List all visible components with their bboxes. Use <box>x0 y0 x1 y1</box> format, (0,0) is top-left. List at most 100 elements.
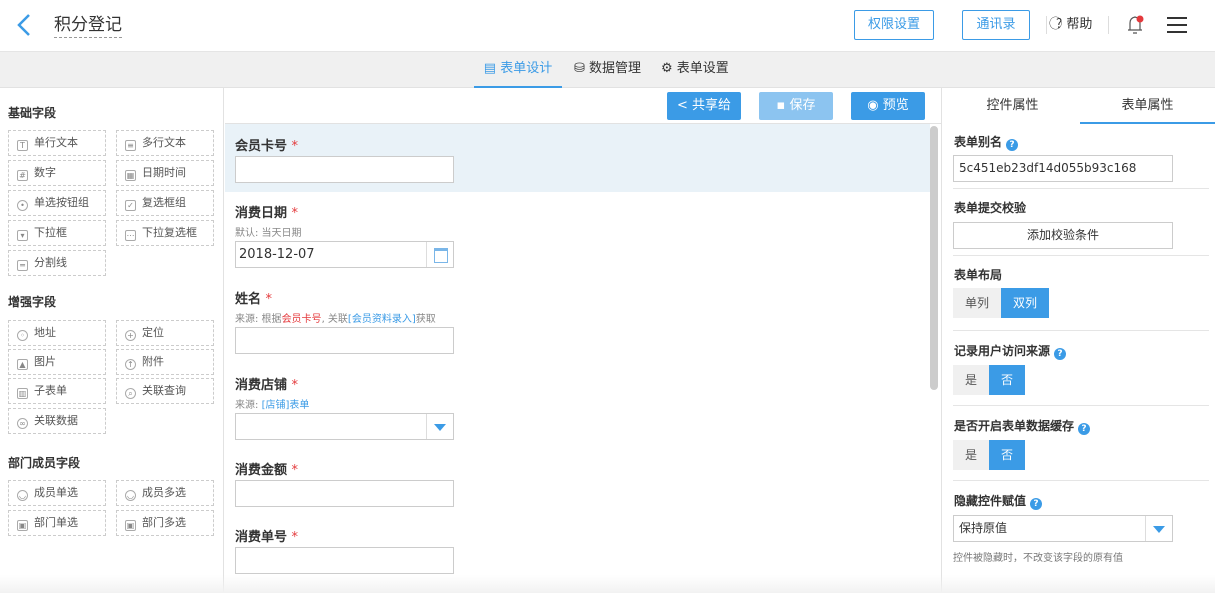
field-multi-dropdown[interactable]: ⋯ 下拉复选框 <box>116 220 214 246</box>
field-image[interactable]: ▲ 图片 <box>8 349 106 375</box>
divider <box>953 330 1209 331</box>
tab-label: 表单设计 <box>500 61 553 76</box>
required-mark: * <box>291 206 299 221</box>
field-linked-query[interactable]: ⌕ 关联查询 <box>116 378 214 404</box>
divider <box>1108 16 1109 34</box>
share-icon: < <box>676 98 688 113</box>
field-label: 下拉框 <box>34 226 67 239</box>
field-label: 分割线 <box>34 256 67 269</box>
chevron-down-icon[interactable] <box>1145 516 1172 541</box>
date-input[interactable]: 2018-12-07 <box>235 241 454 268</box>
gear-icon: ⚙ <box>661 61 673 76</box>
hidden-assign-select[interactable]: 保持原值 <box>953 515 1173 542</box>
field-member-multi[interactable]: ◡ 成员多选 <box>116 480 214 506</box>
field-store-label: 消费店铺 * <box>235 374 298 393</box>
field-dept-multi[interactable]: ▣ 部门多选 <box>116 510 214 536</box>
hint-text: 来源: <box>235 400 262 411</box>
field-dept-single[interactable]: ▣ 部门单选 <box>8 510 106 536</box>
calendar-icon[interactable] <box>426 242 453 267</box>
cache-no[interactable]: 否 <box>989 440 1026 470</box>
label-text: 隐藏控件赋值 <box>954 494 1027 508</box>
database-icon: ⛁ <box>574 61 585 76</box>
help-icon[interactable]: ? <box>1006 139 1019 151</box>
help-label: 帮助 <box>1066 17 1093 32</box>
number-icon: # <box>17 170 28 181</box>
field-multi-line-text[interactable]: ≡ 多行文本 <box>116 130 214 156</box>
tab-label: 数据管理 <box>589 61 642 76</box>
chevron-down-icon[interactable] <box>426 414 453 439</box>
field-order-number-label: 消费单号 * <box>235 526 298 545</box>
hamburger-menu-icon[interactable] <box>1167 17 1187 33</box>
field-palette: 基础字段 T 单行文本 ≡ 多行文本 # 数字 ▦ 日期时间 • 单选按钮组 ✓ 复选框组 … <box>0 88 224 593</box>
form-alias-input[interactable]: 5c451eb23df14d055b93c168 <box>953 155 1173 182</box>
field-label: 复选框组 <box>142 196 186 209</box>
tab-form-settings[interactable]: ⚙ 表单设置 <box>661 52 729 88</box>
help-icon[interactable]: ? <box>1054 348 1067 360</box>
validate-label: 表单提交校验 <box>954 201 1027 215</box>
subform-icon: ▥ <box>17 388 28 399</box>
divider <box>1046 16 1047 34</box>
divider <box>953 255 1209 256</box>
tab-form-properties[interactable]: 表单属性 <box>1080 88 1215 124</box>
field-member-single[interactable]: ◡ 成员单选 <box>8 480 106 506</box>
text-icon: T <box>17 140 28 151</box>
field-divider[interactable]: ═ 分割线 <box>8 250 106 276</box>
top-bar: 积分登记 权限设置 通讯录 ?⃝ 帮助 <box>0 0 1215 52</box>
member-card-input[interactable] <box>235 156 454 183</box>
add-validation-button[interactable]: 添加校验条件 <box>953 222 1173 249</box>
amount-input[interactable] <box>235 480 454 507</box>
multi-dropdown-icon: ⋯ <box>125 230 136 241</box>
field-datetime[interactable]: ▦ 日期时间 <box>116 160 214 186</box>
notification-bell-icon[interactable] <box>1126 14 1146 36</box>
back-arrow-icon[interactable] <box>14 10 36 40</box>
field-label: 单行文本 <box>34 136 78 149</box>
field-attachment[interactable]: ↑ 附件 <box>116 349 214 375</box>
location-pin-icon: ◦ <box>17 330 28 341</box>
hint-field-ref: 会员卡号 <box>281 314 322 325</box>
tab-data-management[interactable]: ⛁ 数据管理 <box>574 52 641 88</box>
order-number-input[interactable] <box>235 547 454 574</box>
field-linked-data[interactable]: ∞ 关联数据 <box>8 408 106 434</box>
label-text: 消费店铺 <box>235 378 288 393</box>
field-address[interactable]: ◦ 地址 <box>8 320 106 346</box>
field-label: 关联查询 <box>142 384 186 397</box>
field-single-line-text[interactable]: T 单行文本 <box>8 130 106 156</box>
hint-form-link[interactable]: [店铺]表单 <box>262 400 310 411</box>
field-radio-group[interactable]: • 单选按钮组 <box>8 190 106 216</box>
label-text: 消费单号 <box>235 530 288 545</box>
field-geolocation[interactable]: + 定位 <box>116 320 214 346</box>
field-label: 部门单选 <box>34 516 78 529</box>
permission-settings-button[interactable]: 权限设置 <box>854 10 934 40</box>
label-text: 表单别名 <box>954 135 1003 149</box>
preview-button[interactable]: ◉ 预览 <box>851 92 925 120</box>
basic-fields-title: 基础字段 <box>8 106 57 120</box>
layout-two-column[interactable]: 双列 <box>1001 288 1050 318</box>
contacts-button[interactable]: 通讯录 <box>962 10 1030 40</box>
help-icon[interactable]: ? <box>1078 423 1091 435</box>
field-number[interactable]: # 数字 <box>8 160 106 186</box>
record-no[interactable]: 否 <box>989 365 1026 395</box>
name-input[interactable] <box>235 327 454 354</box>
hint-form-link[interactable]: [会员资料录入] <box>348 314 416 325</box>
field-name-label: 姓名 * <box>235 288 272 307</box>
help-icon[interactable]: ? <box>1030 498 1043 510</box>
record-yes[interactable]: 是 <box>953 365 990 395</box>
properties-panel: 控件属性 表单属性 表单别名? 5c451eb23df14d055b93c168… <box>941 88 1215 593</box>
field-subform[interactable]: ▥ 子表单 <box>8 378 106 404</box>
save-button[interactable]: ▪ 保存 <box>759 92 833 120</box>
store-select[interactable] <box>235 413 454 440</box>
field-checkbox-group[interactable]: ✓ 复选框组 <box>116 190 214 216</box>
required-mark: * <box>291 139 299 154</box>
cache-yes[interactable]: 是 <box>953 440 990 470</box>
tab-form-design[interactable]: ▤ 表单设计 <box>474 52 562 88</box>
tab-control-properties[interactable]: 控件属性 <box>945 88 1080 124</box>
page-title[interactable]: 积分登记 <box>54 15 122 38</box>
help-link[interactable]: ?⃝ 帮助 <box>1056 16 1092 34</box>
member-fields-title: 部门成员字段 <box>8 456 81 470</box>
layout-single-column[interactable]: 单列 <box>953 288 1002 318</box>
share-button[interactable]: < 共享给 <box>667 92 741 120</box>
field-label: 子表单 <box>34 384 67 397</box>
calendar-icon: ▦ <box>125 170 136 181</box>
scrollbar[interactable] <box>930 126 938 390</box>
field-dropdown[interactable]: ▾ 下拉框 <box>8 220 106 246</box>
